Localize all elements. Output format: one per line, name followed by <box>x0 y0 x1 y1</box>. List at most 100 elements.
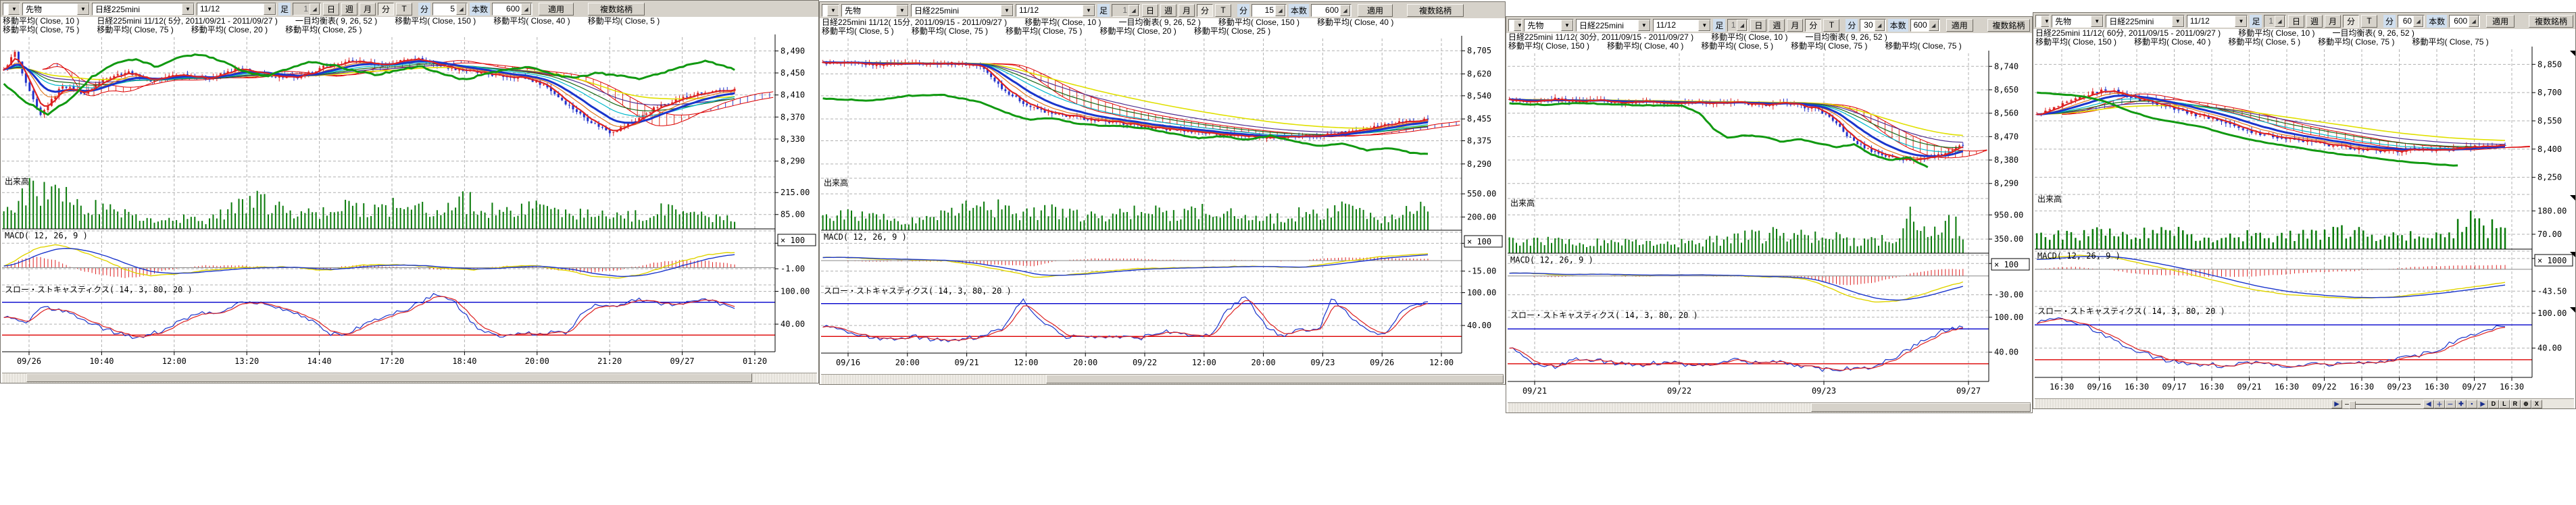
spinner-grip-icon[interactable]: ◢ <box>2275 16 2285 27</box>
multi-symbol-button[interactable]: 複数銘柄 <box>2529 15 2573 28</box>
spinner-grip-icon[interactable]: ◢ <box>456 3 466 15</box>
slider-thumb[interactable] <box>2349 401 2356 409</box>
tick-button[interactable]: T <box>396 3 412 16</box>
window-menu-combo[interactable]: ▼ <box>822 4 839 17</box>
scrollbar-track[interactable] <box>1508 403 2031 413</box>
multi-symbol-button[interactable]: 複数銘柄 <box>588 3 645 16</box>
chevron-down-icon[interactable]: ▼ <box>264 3 276 15</box>
chart-canvas[interactable]: 8,4908,4508,4108,3708,3308,290215.0085.0… <box>2 34 818 369</box>
weekly-button[interactable]: 週 <box>341 3 357 16</box>
chevron-down-icon[interactable]: ▼ <box>2091 16 2103 27</box>
daily-button[interactable]: 日 <box>1750 19 1766 32</box>
chevron-down-icon[interactable]: ▼ <box>1083 5 1095 16</box>
instrument-type-select[interactable]: 先物▼ <box>1524 19 1574 32</box>
bar-count-spinner[interactable]: 600◢ <box>1910 19 1940 32</box>
zoom-out-button[interactable]: － <box>2445 400 2456 408</box>
minute-button[interactable]: 分 <box>378 3 394 16</box>
zoom-slider[interactable] <box>2342 400 2423 408</box>
weekly-button[interactable]: 週 <box>1160 4 1176 17</box>
chevron-down-icon[interactable]: ▼ <box>1638 20 1650 31</box>
daily-button[interactable]: 日 <box>1142 4 1158 17</box>
chevron-down-icon[interactable]: ▼ <box>77 3 89 15</box>
chart-canvas[interactable]: 8,7058,6208,5408,4558,3758,290550.00200.… <box>821 36 1505 371</box>
chart-canvas[interactable]: 8,8508,7008,5508,4008,250180.0070.0021.5… <box>2035 47 2575 395</box>
instrument-type-select[interactable]: 先物▼ <box>22 3 90 16</box>
spinner-grip-icon[interactable]: ◢ <box>2413 16 2423 27</box>
spinner-grip-icon[interactable]: ◢ <box>521 3 531 15</box>
monthly-button[interactable]: 月 <box>1179 4 1195 17</box>
tick-button[interactable]: T <box>1215 4 1231 17</box>
ashi-count-spinner[interactable]: 1◢ <box>1727 19 1748 32</box>
spinner-grip-icon[interactable]: ◢ <box>1875 20 1885 31</box>
symbol-select[interactable]: 日経225mini▼ <box>1576 19 1651 32</box>
magnifier-button[interactable]: ⊕ <box>2521 400 2531 408</box>
weekly-button[interactable]: 週 <box>2306 15 2323 28</box>
scrollbar-track[interactable] <box>2035 399 2331 408</box>
chevron-down-icon[interactable]: ▼ <box>2172 16 2184 27</box>
weekly-button[interactable]: 週 <box>1768 19 1785 32</box>
step-left-button[interactable]: ◀ <box>2423 400 2434 408</box>
multi-symbol-button[interactable]: 複数銘柄 <box>1407 4 1464 17</box>
symbol-select[interactable]: 日経225mini▼ <box>92 3 195 16</box>
minute-interval-spinner[interactable]: 5◢ <box>432 3 468 16</box>
minute-interval-spinner[interactable]: 30◢ <box>1860 19 1885 32</box>
spinner-grip-icon[interactable]: ◢ <box>2469 16 2479 27</box>
chevron-down-icon[interactable]: ▼ <box>1561 20 1573 31</box>
contract-month-select[interactable]: 11/12▼ <box>1016 4 1095 17</box>
step-right-button[interactable]: ▶ <box>2477 400 2488 408</box>
chevron-down-icon[interactable]: ▼ <box>8 3 20 15</box>
minute-interval-spinner[interactable]: 15◢ <box>1252 4 1287 17</box>
apply-button[interactable]: 適用 <box>1358 4 1393 17</box>
scrollbar-thumb[interactable] <box>1811 403 2031 412</box>
apply-button[interactable]: 適用 <box>2486 15 2515 28</box>
scrollbar-thumb[interactable] <box>1046 375 1504 383</box>
contract-month-select[interactable]: 11/12▼ <box>1653 19 1712 32</box>
daily-button[interactable]: 日 <box>323 3 339 16</box>
spinner-grip-icon[interactable]: ◢ <box>309 3 320 15</box>
pan-mode-button[interactable]: ✚ <box>2456 400 2467 408</box>
scrollbar-thumb[interactable] <box>26 373 751 382</box>
scrollbar-track[interactable] <box>821 375 1504 384</box>
symbol-select[interactable]: 日経225mini▼ <box>911 4 1014 17</box>
monthly-button[interactable]: 月 <box>2325 15 2341 28</box>
apply-button[interactable]: 適用 <box>539 3 574 16</box>
window-menu-combo[interactable]: ▼ <box>1508 19 1522 32</box>
minute-button[interactable]: 分 <box>1197 4 1213 17</box>
spinner-grip-icon[interactable]: ◢ <box>1275 5 1285 16</box>
minute-button[interactable]: 分 <box>2343 15 2359 28</box>
chevron-down-icon[interactable]: ▼ <box>1514 20 1522 31</box>
ashi-count-spinner[interactable]: 1◢ <box>293 3 321 16</box>
pane-resize-icon[interactable] <box>2570 51 2575 56</box>
chevron-down-icon[interactable]: ▼ <box>2041 16 2050 27</box>
daily-button[interactable]: 日 <box>2288 15 2304 28</box>
spinner-grip-icon[interactable]: ◢ <box>1737 20 1747 31</box>
symbol-select[interactable]: 日経225mini▼ <box>2106 15 2184 28</box>
instrument-type-select[interactable]: 先物▼ <box>841 4 909 17</box>
window-menu-combo[interactable]: ▼ <box>2035 15 2050 28</box>
chevron-down-icon[interactable]: ▼ <box>827 5 839 16</box>
scroll-right-button[interactable]: ▶ <box>2331 400 2342 408</box>
stop-button[interactable]: ▪ <box>2467 400 2477 408</box>
chevron-down-icon[interactable]: ▼ <box>896 5 908 16</box>
spinner-grip-icon[interactable]: ◢ <box>1929 20 1939 31</box>
instrument-type-select[interactable]: 先物▼ <box>2052 15 2104 28</box>
pane-resize-icon[interactable] <box>2570 307 2575 313</box>
contract-month-select[interactable]: 11/12▼ <box>2187 15 2248 28</box>
chevron-down-icon[interactable]: ▼ <box>1698 20 1710 31</box>
apply-button[interactable]: 適用 <box>1946 19 1973 32</box>
monthly-button[interactable]: 月 <box>360 3 376 16</box>
d-mode-button[interactable]: D <box>2488 400 2499 408</box>
r-mode-button[interactable]: R <box>2510 400 2521 408</box>
chevron-down-icon[interactable]: ▼ <box>1001 5 1013 16</box>
monthly-button[interactable]: 月 <box>1787 19 1803 32</box>
chevron-down-icon[interactable]: ▼ <box>2235 16 2247 27</box>
tick-button[interactable]: T <box>1823 19 1839 32</box>
bar-count-spinner[interactable]: 600◢ <box>2449 15 2480 28</box>
minute-button[interactable]: 分 <box>1805 19 1821 32</box>
bar-count-spinner[interactable]: 600◢ <box>492 3 532 16</box>
pane-resize-icon[interactable] <box>2570 195 2575 201</box>
spinner-grip-icon[interactable]: ◢ <box>1340 5 1350 16</box>
multi-symbol-button[interactable]: 複数銘柄 <box>1987 19 2030 32</box>
spinner-grip-icon[interactable]: ◢ <box>1129 5 1139 16</box>
tick-button[interactable]: T <box>2361 15 2377 28</box>
